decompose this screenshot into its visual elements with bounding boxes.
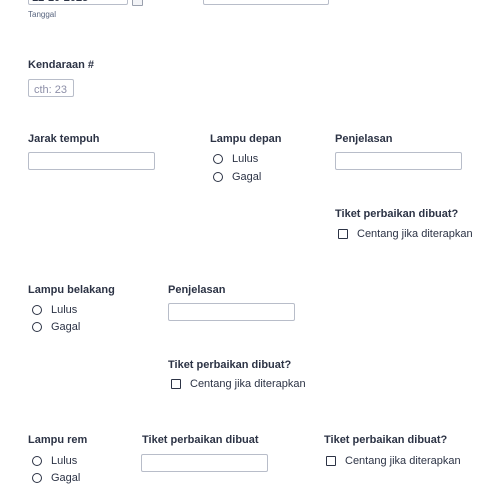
- calendar-icon[interactable]: [132, 0, 143, 6]
- headlights-option-fail[interactable]: Gagal: [213, 170, 261, 184]
- option-label: Lulus: [51, 304, 78, 316]
- taillights-desc-input[interactable]: [168, 303, 295, 322]
- radio-icon[interactable]: [32, 322, 42, 332]
- brakelights-option-pass[interactable]: Lulus: [32, 454, 77, 468]
- radio-icon[interactable]: [213, 154, 223, 164]
- radio-icon[interactable]: [32, 456, 42, 466]
- mileage-input[interactable]: [28, 152, 155, 171]
- checkbox-label: Centang jika diterapkan: [345, 455, 461, 467]
- checkbox-icon[interactable]: [171, 379, 181, 389]
- date-sublabel: Tanggal: [28, 10, 57, 19]
- headlights-desc-label: Penjelasan: [335, 133, 393, 145]
- checkbox-icon[interactable]: [338, 229, 348, 239]
- radio-icon[interactable]: [32, 473, 42, 483]
- option-label: Gagal: [51, 321, 81, 333]
- option-label: Gagal: [232, 171, 262, 183]
- headlights-option-pass[interactable]: Lulus: [213, 152, 258, 166]
- brakelights-ticket-text-input[interactable]: [141, 454, 268, 473]
- brakelights-label: Lampu rem: [28, 434, 88, 446]
- brakelights-ticket-label: Tiket perbaikan dibuat?: [324, 434, 448, 446]
- headlights-ticket-checkbox[interactable]: Centang jika diterapkan: [338, 227, 473, 241]
- taillights-desc-field[interactable]: [169, 306, 294, 322]
- option-label: Lulus: [51, 455, 78, 467]
- option-label: Gagal: [51, 472, 81, 484]
- brakelights-option-fail[interactable]: Gagal: [32, 471, 80, 484]
- vehicle-input[interactable]: [28, 79, 74, 98]
- headlights-desc-field[interactable]: [336, 155, 461, 171]
- brakelights-ticket-text-label: Tiket perbaikan dibuat: [142, 434, 259, 446]
- taillights-option-fail[interactable]: Gagal: [32, 320, 80, 334]
- vehicle-label: Kendaraan #: [28, 59, 95, 71]
- headlights-label: Lampu depan: [210, 133, 282, 145]
- radio-icon[interactable]: [213, 172, 223, 182]
- checkbox-icon[interactable]: [326, 456, 336, 466]
- headlights-ticket-label: Tiket perbaikan dibuat?: [335, 208, 459, 220]
- checkbox-label: Centang jika diterapkan: [357, 228, 473, 240]
- brakelights-ticket-checkbox[interactable]: Centang jika diterapkan: [326, 454, 461, 468]
- taillights-ticket-checkbox[interactable]: Centang jika diterapkan: [171, 377, 306, 391]
- taillights-option-pass[interactable]: Lulus: [32, 303, 77, 317]
- taillights-label: Lampu belakang: [28, 284, 115, 296]
- top-right-input[interactable]: [203, 0, 329, 5]
- checkbox-label: Centang jika diterapkan: [190, 378, 306, 390]
- date-input[interactable]: 12-10-2025: [28, 0, 128, 5]
- vehicle-field[interactable]: [29, 82, 73, 98]
- date-value: 12-10-2025: [29, 0, 127, 4]
- mileage-label: Jarak tempuh: [28, 133, 100, 145]
- taillights-ticket-label: Tiket perbaikan dibuat?: [168, 359, 292, 371]
- option-label: Lulus: [232, 153, 259, 165]
- taillights-desc-label: Penjelasan: [168, 284, 226, 296]
- radio-icon[interactable]: [32, 305, 42, 315]
- mileage-field[interactable]: [29, 155, 154, 171]
- brakelights-ticket-text-field[interactable]: [142, 457, 267, 473]
- headlights-desc-input[interactable]: [335, 152, 462, 171]
